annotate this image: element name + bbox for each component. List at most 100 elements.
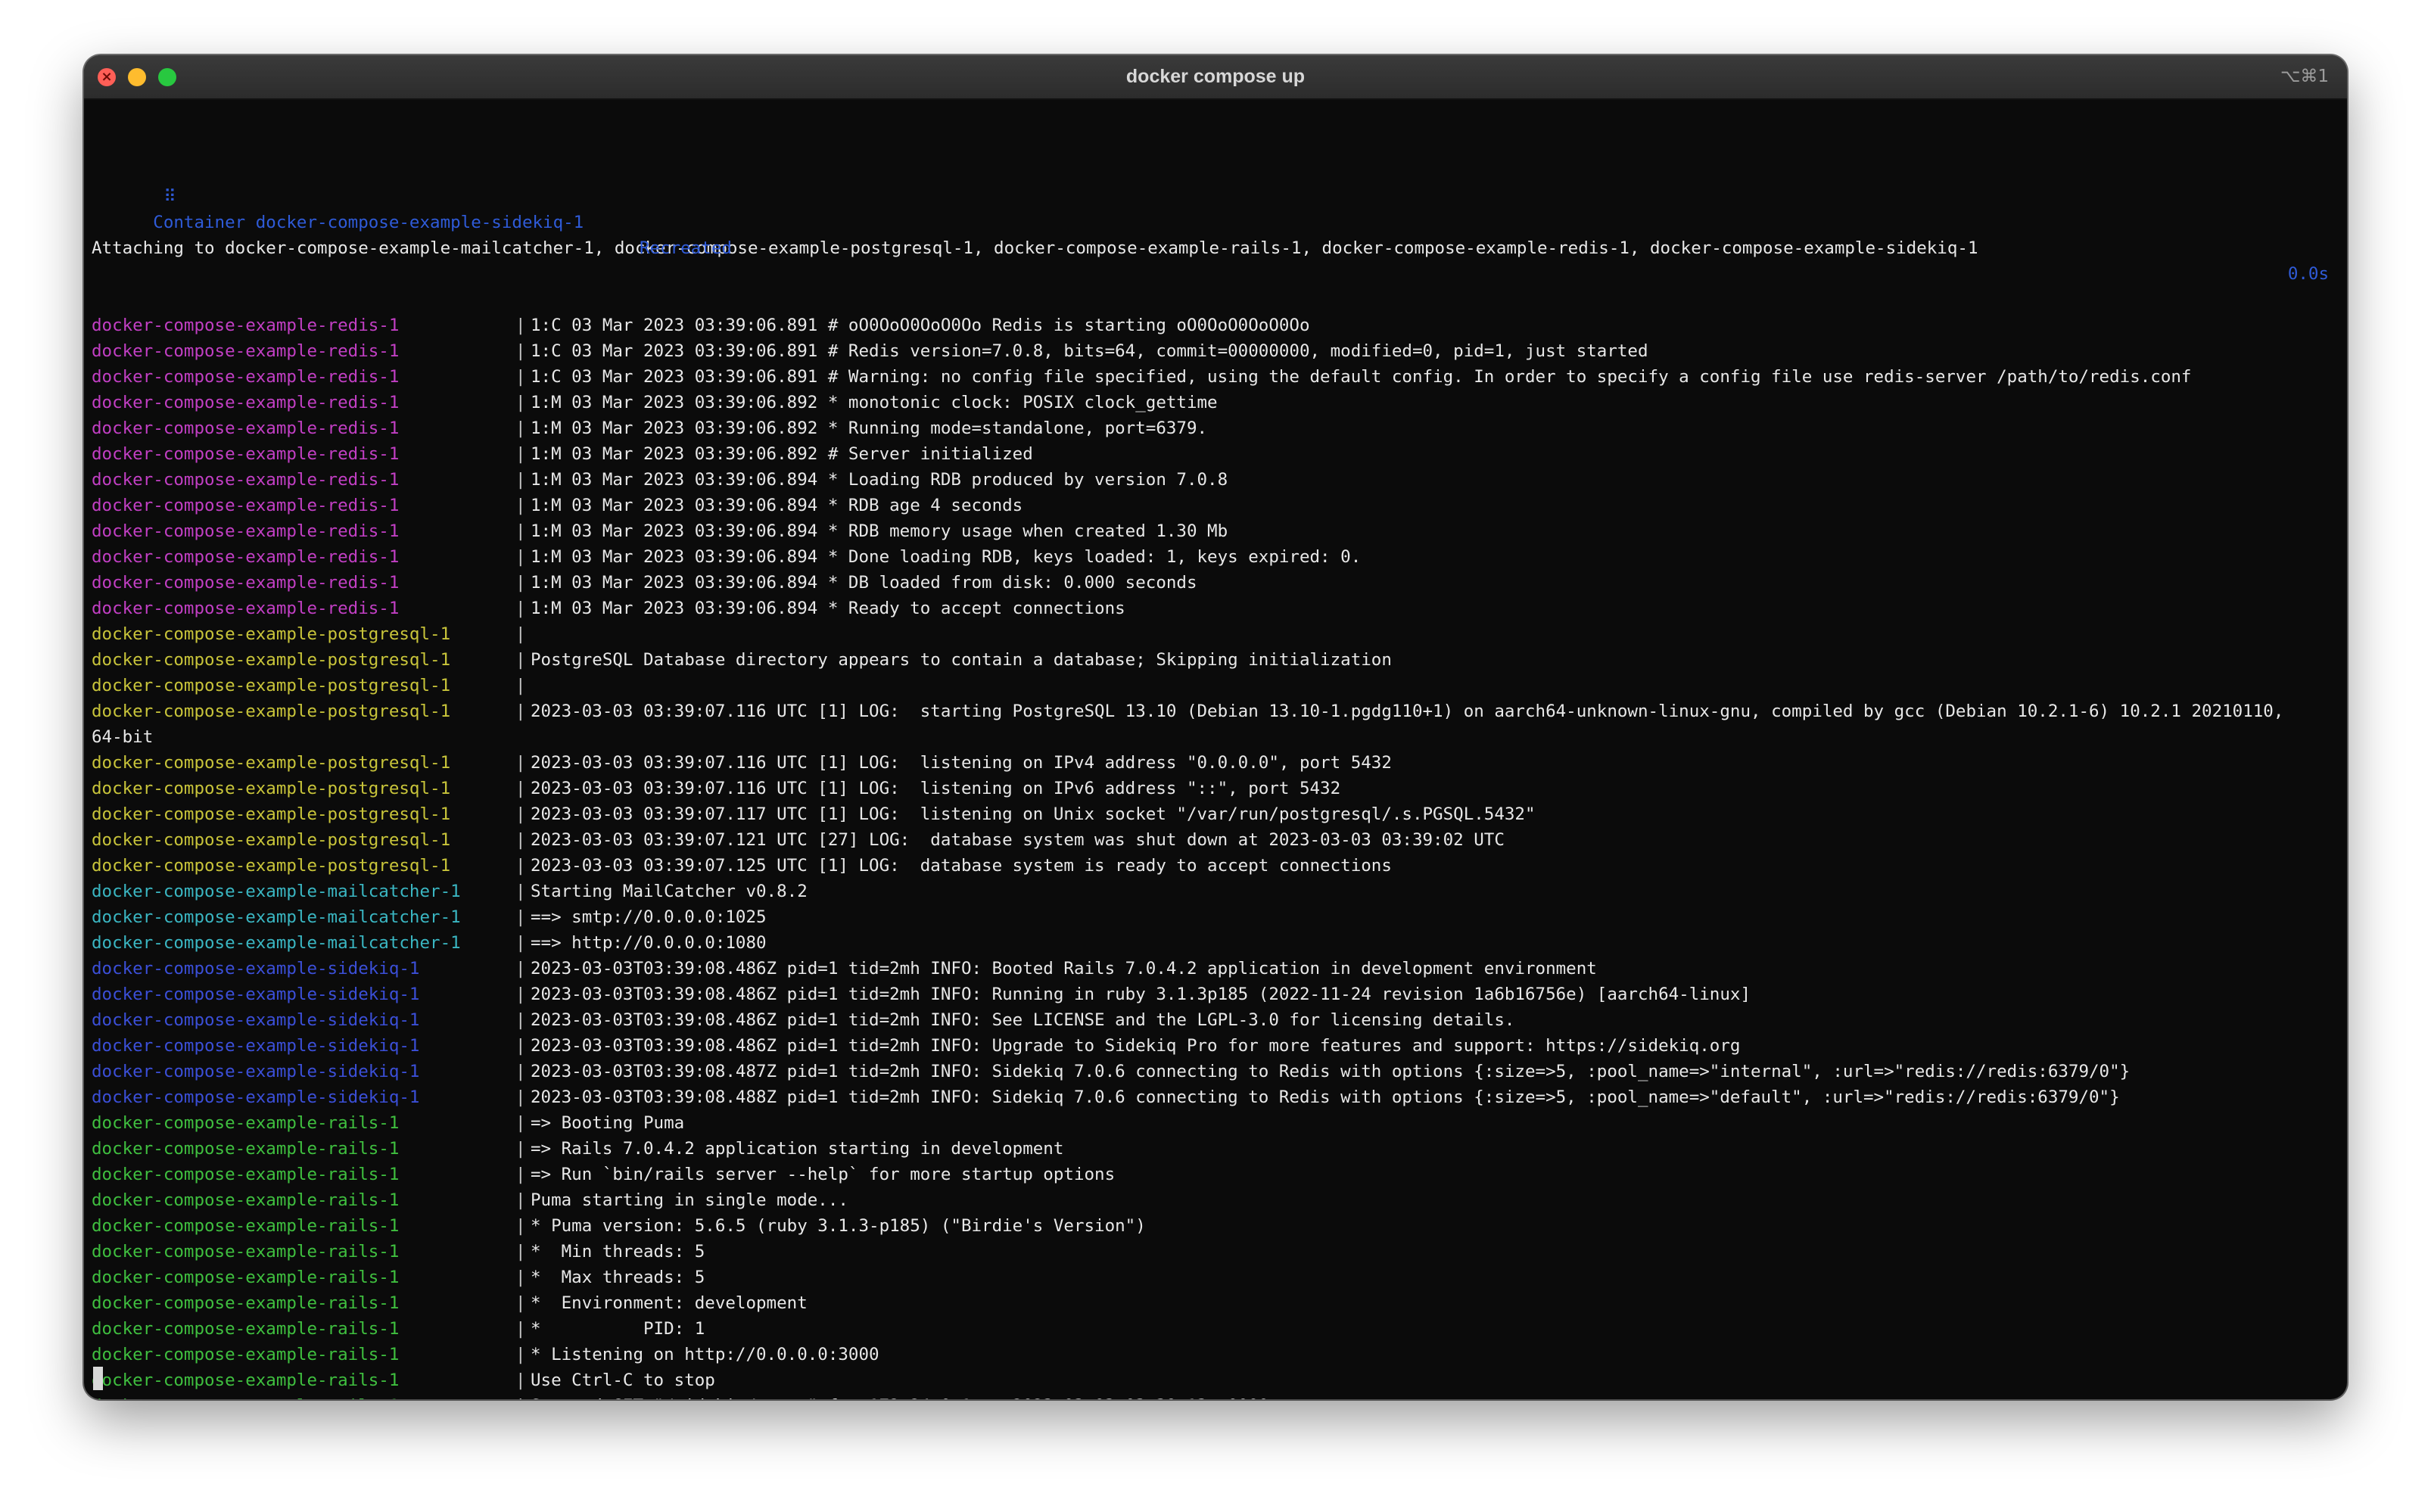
service-name: docker-compose-example-redis-1 <box>92 316 400 335</box>
log-line: docker-compose-example-redis-1 | 1:M 03 Ma… <box>92 441 2329 467</box>
service-name: docker-compose-example-redis-1 <box>92 573 400 593</box>
log-line: docker-compose-example-postgresql-1 | 2023… <box>92 776 2329 801</box>
log-line: docker-compose-example-redis-1 | 1:M 03 Ma… <box>92 570 2329 596</box>
log-message: * Max threads: 5 <box>531 1268 705 1287</box>
log-separator: | <box>515 521 526 541</box>
service-name: docker-compose-example-mailcatcher-1 <box>92 907 461 927</box>
log-line: docker-compose-example-rails-1 | * Min thr… <box>92 1239 2329 1265</box>
log-message: * Environment: development <box>531 1293 808 1313</box>
service-name: docker-compose-example-rails-1 <box>92 1293 400 1313</box>
log-separator: | <box>515 1216 526 1236</box>
log-message: 1:C 03 Mar 2023 03:39:06.891 # Redis ver… <box>531 341 1648 361</box>
log-line: docker-compose-example-postgresql-1 | 2023… <box>92 698 2329 724</box>
log-separator: | <box>515 702 526 721</box>
service-name: docker-compose-example-mailcatcher-1 <box>92 882 461 901</box>
log-separator: | <box>515 804 526 824</box>
log-separator: | <box>515 418 526 438</box>
service-name: docker-compose-example-sidekiq-1 <box>92 1010 420 1030</box>
log-separator: | <box>515 650 526 670</box>
log-line: docker-compose-example-rails-1 | => Run `b… <box>92 1162 2329 1187</box>
service-name: docker-compose-example-redis-1 <box>92 444 400 464</box>
container-elapsed-time: 0.0s <box>2287 264 2329 284</box>
log-separator: | <box>515 1319 526 1339</box>
log-separator: | <box>515 341 526 361</box>
log-separator: | <box>515 316 526 335</box>
service-name: docker-compose-example-postgresql-1 <box>92 753 451 773</box>
window-shortcut: ⌥⌘1 <box>2280 67 2329 86</box>
service-name: docker-compose-example-rails-1 <box>92 1345 400 1364</box>
log-message: 2023-03-03T03:39:08.486Z pid=1 tid=2mh I… <box>531 959 1597 978</box>
log-message: 1:C 03 Mar 2023 03:39:06.891 # Warning: … <box>531 367 2192 387</box>
service-name: docker-compose-example-postgresql-1 <box>92 676 451 695</box>
log-separator: | <box>515 1293 526 1313</box>
service-name: docker-compose-example-sidekiq-1 <box>92 1036 420 1056</box>
log-lines: docker-compose-example-redis-1 | 1:C 03 Ma… <box>92 313 2329 1399</box>
log-line: docker-compose-example-rails-1 | * Max thr… <box>92 1265 2329 1290</box>
service-name: docker-compose-example-redis-1 <box>92 496 400 515</box>
log-message: 1:M 03 Mar 2023 03:39:06.894 * RDB memor… <box>531 521 1228 541</box>
service-name: docker-compose-example-sidekiq-1 <box>92 959 420 978</box>
log-separator: | <box>515 624 526 644</box>
log-line: docker-compose-example-postgresql-1 | 2023… <box>92 750 2329 776</box>
log-line: docker-compose-example-rails-1 | * Environ… <box>92 1290 2329 1316</box>
log-message: 2023-03-03T03:39:08.486Z pid=1 tid=2mh I… <box>531 1010 1515 1030</box>
log-line: docker-compose-example-redis-1 | 1:M 03 Ma… <box>92 544 2329 570</box>
service-name: docker-compose-example-rails-1 <box>92 1190 400 1210</box>
service-name: docker-compose-example-redis-1 <box>92 599 400 618</box>
log-line: docker-compose-example-rails-1 | * Listeni… <box>92 1342 2329 1367</box>
service-name: docker-compose-example-postgresql-1 <box>92 804 451 824</box>
log-line: docker-compose-example-rails-1 | Puma star… <box>92 1187 2329 1213</box>
log-message: Started GET "/sidekiq/stats" for 172.24.… <box>531 1396 1268 1399</box>
service-name: docker-compose-example-postgresql-1 <box>92 702 451 721</box>
log-separator: | <box>515 1036 526 1056</box>
log-line: docker-compose-example-redis-1 | 1:M 03 Ma… <box>92 415 2329 441</box>
log-message: ==> http://0.0.0.0:1080 <box>531 933 767 953</box>
log-message: 2023-03-03T03:39:08.486Z pid=1 tid=2mh I… <box>531 985 1751 1004</box>
log-line: docker-compose-example-mailcatcher-1 | ==>… <box>92 930 2329 956</box>
log-separator: | <box>515 1190 526 1210</box>
log-separator: | <box>515 1165 526 1184</box>
log-message: PostgreSQL Database directory appears to… <box>531 650 1392 670</box>
log-line: docker-compose-example-redis-1 | 1:C 03 Ma… <box>92 338 2329 364</box>
log-separator: | <box>515 367 526 387</box>
log-message: 2023-03-03 03:39:07.116 UTC [1] LOG: lis… <box>531 779 1341 798</box>
service-name: docker-compose-example-postgresql-1 <box>92 830 451 850</box>
service-name: docker-compose-example-redis-1 <box>92 521 400 541</box>
log-message: 2023-03-03 03:39:07.116 UTC [1] LOG: sta… <box>531 702 2284 721</box>
terminal-window: × docker compose up ⌥⌘1 ⠿ Container dock… <box>84 55 2347 1399</box>
log-line: docker-compose-example-rails-1 | Use Ctrl-… <box>92 1367 2329 1393</box>
log-line: docker-compose-example-sidekiq-1 | 2023-03… <box>92 1007 2329 1033</box>
log-separator: | <box>515 985 526 1004</box>
log-separator: | <box>515 753 526 773</box>
log-separator: | <box>515 882 526 901</box>
service-name: docker-compose-example-rails-1 <box>92 1139 400 1159</box>
log-message: Use Ctrl-C to stop <box>531 1370 715 1390</box>
log-separator: | <box>515 779 526 798</box>
log-line: docker-compose-example-sidekiq-1 | 2023-03… <box>92 1033 2329 1059</box>
service-name: docker-compose-example-rails-1 <box>92 1242 400 1262</box>
container-name: Container docker-compose-example-sidekiq… <box>153 213 584 232</box>
log-line: docker-compose-example-postgresql-1 | 2023… <box>92 827 2329 853</box>
log-separator: | <box>515 1242 526 1262</box>
service-name: docker-compose-example-sidekiq-1 <box>92 1062 420 1081</box>
service-name: docker-compose-example-rails-1 <box>92 1370 400 1390</box>
service-name: docker-compose-example-redis-1 <box>92 418 400 438</box>
log-separator: | <box>515 1139 526 1159</box>
log-message: 1:M 03 Mar 2023 03:39:06.894 * Done load… <box>531 547 1362 567</box>
log-line: docker-compose-example-postgresql-1 | <box>92 621 2329 647</box>
log-message: 1:M 03 Mar 2023 03:39:06.892 * Running m… <box>531 418 1208 438</box>
log-message: 2023-03-03T03:39:08.488Z pid=1 tid=2mh I… <box>531 1087 2120 1107</box>
terminal-output[interactable]: ⠿ Container docker-compose-example-sidek… <box>92 107 2329 1399</box>
service-name: docker-compose-example-redis-1 <box>92 367 400 387</box>
service-name: docker-compose-example-mailcatcher-1 <box>92 933 461 953</box>
log-separator: | <box>515 547 526 567</box>
log-line: docker-compose-example-sidekiq-1 | 2023-03… <box>92 1059 2329 1084</box>
log-message: 2023-03-03 03:39:07.116 UTC [1] LOG: lis… <box>531 753 1392 773</box>
container-status: Recreated <box>640 238 732 258</box>
log-message: 2023-03-03 03:39:07.121 UTC [27] LOG: da… <box>531 830 1505 850</box>
log-message: 2023-03-03T03:39:08.486Z pid=1 tid=2mh I… <box>531 1036 1741 1056</box>
log-message: 1:M 03 Mar 2023 03:39:06.894 * DB loaded… <box>531 573 1197 593</box>
log-message: 1:C 03 Mar 2023 03:39:06.891 # oO0OoO0Oo… <box>531 316 1310 335</box>
log-separator: | <box>515 496 526 515</box>
log-separator: | <box>515 676 526 695</box>
